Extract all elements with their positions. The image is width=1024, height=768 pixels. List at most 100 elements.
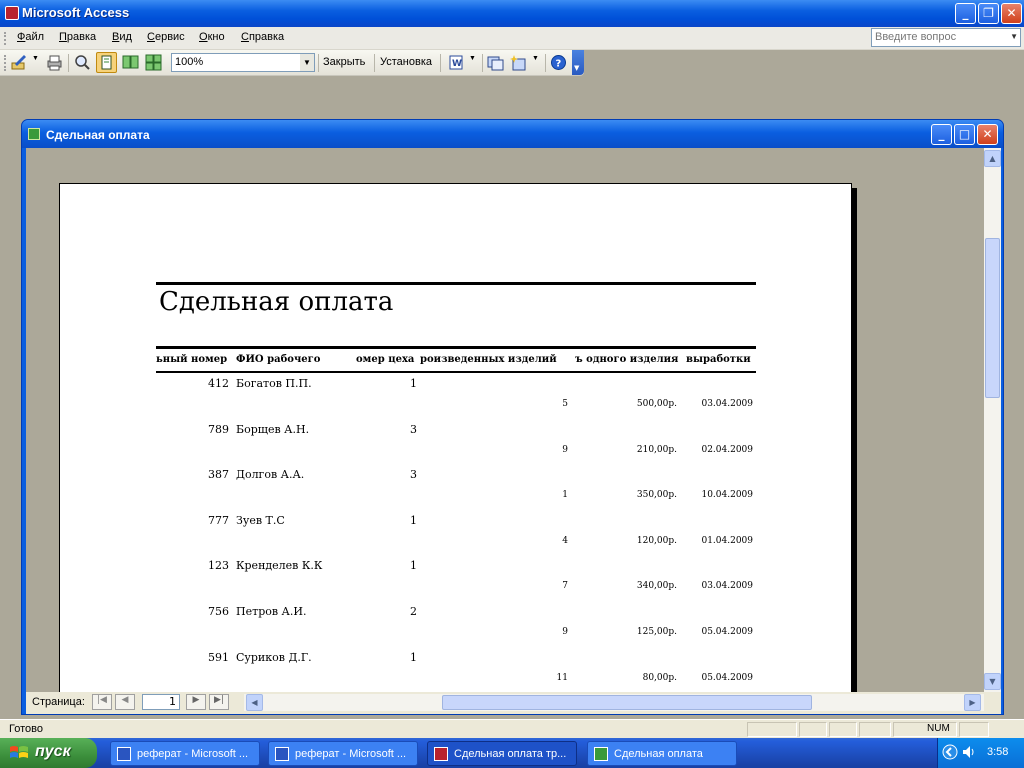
print-preview-toolbar: ▼ 100% ▼ Закрыть Установка W ▼ ▼ ? ▼ (0, 50, 584, 76)
help-icon[interactable]: ? (550, 54, 567, 71)
multiple-pages-icon[interactable] (145, 54, 162, 71)
menu-grip[interactable] (4, 32, 7, 45)
cell-date: 01.04.2009 (701, 536, 753, 546)
cell-tab-number: 777 (208, 514, 229, 527)
cell-date: 03.04.2009 (701, 581, 753, 591)
office-links-dropdown-arrow[interactable]: ▼ (469, 55, 476, 62)
page-number-field[interactable]: 1 (142, 694, 180, 710)
cell-fio: Богатов П.П. (236, 377, 312, 390)
page-label: Страница: (32, 696, 85, 708)
minimize-report-button[interactable]: _ (931, 124, 952, 145)
cell-quantity: 9 (562, 445, 568, 455)
menu-help[interactable]: Справка (241, 31, 284, 43)
report-title: Сдельная оплата (159, 287, 394, 317)
cell-shop: 1 (410, 377, 417, 390)
toolbar-separator (318, 54, 319, 72)
view-design-icon[interactable] (11, 54, 28, 71)
office-links-word-icon[interactable]: W (448, 54, 465, 71)
cell-shop: 1 (410, 559, 417, 572)
taskbar-item-access[interactable]: Сдельная оплата тр... (427, 741, 577, 766)
menu-edit[interactable]: Правка (59, 31, 96, 43)
navigation-bar: Страница: |◀ ◀ 1 ▶ ▶| ◀ ▶ (26, 692, 1001, 714)
chevron-down-icon[interactable]: ▼ (1010, 32, 1018, 41)
zoom-select[interactable]: 100% ▼ (171, 53, 315, 72)
cell-unit-price: 350,00р. (636, 490, 677, 500)
start-button[interactable]: пуск (0, 738, 97, 768)
cell-fio: Зуев Т.С (236, 514, 285, 527)
cell-tab-number: 123 (208, 559, 229, 572)
vertical-scroll-thumb[interactable] (985, 238, 1000, 398)
cell-shop: 2 (410, 605, 417, 618)
horizontal-scrollbar[interactable]: ◀ ▶ (244, 694, 984, 711)
scroll-left-button[interactable]: ◀ (246, 694, 263, 711)
volume-icon[interactable] (961, 744, 977, 760)
new-object-dropdown-arrow[interactable]: ▼ (532, 55, 539, 62)
cell-date: 03.04.2009 (701, 399, 753, 409)
close-app-button[interactable]: ✕ (1001, 3, 1022, 24)
word-icon (275, 747, 289, 761)
start-label: пуск (35, 743, 71, 760)
menu-window[interactable]: Окно (199, 31, 225, 43)
column-header-date: выработки (686, 354, 751, 365)
vertical-scrollbar[interactable]: ▲ ▼ (984, 148, 1001, 692)
cell-date: 05.04.2009 (701, 673, 753, 683)
print-icon[interactable] (46, 54, 63, 71)
report-window-title: Сдельная оплата (46, 128, 150, 142)
svg-text:?: ? (556, 59, 562, 70)
taskbar-item-label: реферат - Microsoft ... (137, 748, 249, 760)
cell-quantity: 4 (562, 536, 568, 546)
menu-view[interactable]: Вид (112, 31, 132, 43)
menu-file[interactable]: Файл (17, 31, 44, 43)
scroll-right-button[interactable]: ▶ (964, 694, 981, 711)
menu-tools[interactable]: Сервис (147, 31, 185, 43)
scroll-up-button[interactable]: ▲ (984, 150, 1001, 167)
status-text: Готово (9, 723, 43, 735)
database-window-icon[interactable] (487, 54, 504, 71)
cell-quantity: 9 (562, 627, 568, 637)
ask-question-box[interactable]: Введите вопрос ▼ (871, 28, 1021, 47)
close-report-button[interactable]: ✕ (977, 124, 998, 145)
new-object-icon[interactable] (510, 54, 527, 71)
app-title-bar: Microsoft Access _ ❐ ✕ (0, 0, 1024, 27)
close-preview-button[interactable]: Закрыть (323, 56, 365, 68)
cell-tab-number: 789 (208, 423, 229, 436)
toolbar-separator (68, 54, 69, 72)
cell-quantity: 5 (562, 399, 568, 409)
toolbar-separator (545, 54, 546, 72)
horizontal-scroll-thumb[interactable] (442, 695, 812, 710)
cell-date: 02.04.2009 (701, 445, 753, 455)
scroll-down-button[interactable]: ▼ (984, 673, 1001, 690)
header-rule-top (156, 346, 756, 349)
taskbar-item-report[interactable]: Сдельная оплата (587, 741, 737, 766)
minimize-app-button[interactable]: _ (955, 3, 976, 24)
maximize-report-button[interactable]: □ (954, 124, 975, 145)
cell-shop: 3 (410, 468, 417, 481)
column-header-fio: ФИО рабочего (236, 354, 321, 365)
first-page-button[interactable]: |◀ (92, 694, 112, 710)
cell-tab-number: 387 (208, 468, 229, 481)
restore-app-button[interactable]: ❐ (978, 3, 999, 24)
cell-tab-number: 591 (208, 651, 229, 664)
tray-arrow-icon[interactable] (942, 744, 958, 760)
taskbar-item-word-1[interactable]: реферат - Microsoft ... (110, 741, 260, 766)
toolbar-options-button[interactable]: ▼ (572, 50, 584, 75)
last-page-button[interactable]: ▶| (209, 694, 229, 710)
clock: 3:58 (987, 746, 1009, 758)
one-page-button[interactable] (96, 52, 117, 73)
page-setup-button[interactable]: Установка (380, 56, 432, 68)
toolbar-grip[interactable] (4, 55, 7, 71)
chevron-down-icon[interactable]: ▼ (300, 54, 314, 71)
taskbar-item-word-2[interactable]: реферат - Microsoft ... (268, 741, 418, 766)
cell-date: 10.04.2009 (701, 490, 753, 500)
header-rule-bottom (156, 371, 756, 373)
two-pages-icon[interactable] (122, 54, 139, 71)
status-bar: Готово NUM (0, 719, 1024, 738)
view-dropdown-arrow[interactable]: ▼ (32, 55, 39, 62)
zoom-icon[interactable] (74, 54, 91, 71)
num-lock-indicator: NUM (893, 722, 957, 737)
status-panel (959, 722, 989, 737)
column-header-tab-number: ьный номер (156, 354, 228, 365)
previous-page-button[interactable]: ◀ (115, 694, 135, 710)
title-rule-top (156, 282, 756, 285)
next-page-button[interactable]: ▶ (186, 694, 206, 710)
